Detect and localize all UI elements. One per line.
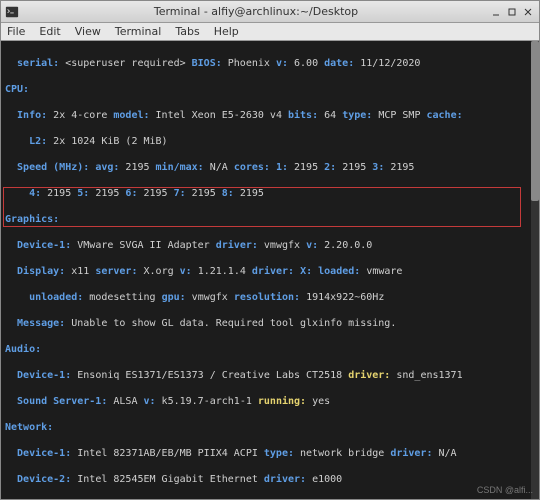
section-cpu: CPU: <box>5 84 29 95</box>
section-network: Network: <box>5 422 53 433</box>
terminal-window: Terminal - alfiy@archlinux:~/Desktop Fil… <box>0 0 540 500</box>
window-controls <box>489 5 535 19</box>
maximize-button[interactable] <box>505 5 519 19</box>
window-title: Terminal - alfiy@archlinux:~/Desktop <box>23 5 489 18</box>
scrollbar-thumb[interactable] <box>531 41 539 201</box>
menu-help[interactable]: Help <box>214 25 239 38</box>
menu-tabs[interactable]: Tabs <box>175 25 199 38</box>
menubar: File Edit View Terminal Tabs Help <box>1 23 539 41</box>
section-audio: Audio: <box>5 344 41 355</box>
minimize-button[interactable] <box>489 5 503 19</box>
label: serial: <box>5 58 59 69</box>
scrollbar[interactable] <box>531 41 539 499</box>
section-graphics: Graphics: <box>5 214 59 225</box>
terminal-icon <box>5 5 19 19</box>
watermark: CSDN @alfi... <box>477 484 533 497</box>
menu-edit[interactable]: Edit <box>39 25 60 38</box>
terminal-content[interactable]: serial: <superuser required> BIOS: Phoen… <box>1 41 539 499</box>
menu-terminal[interactable]: Terminal <box>115 25 162 38</box>
titlebar[interactable]: Terminal - alfiy@archlinux:~/Desktop <box>1 1 539 23</box>
menu-file[interactable]: File <box>7 25 25 38</box>
menu-view[interactable]: View <box>75 25 101 38</box>
close-button[interactable] <box>521 5 535 19</box>
